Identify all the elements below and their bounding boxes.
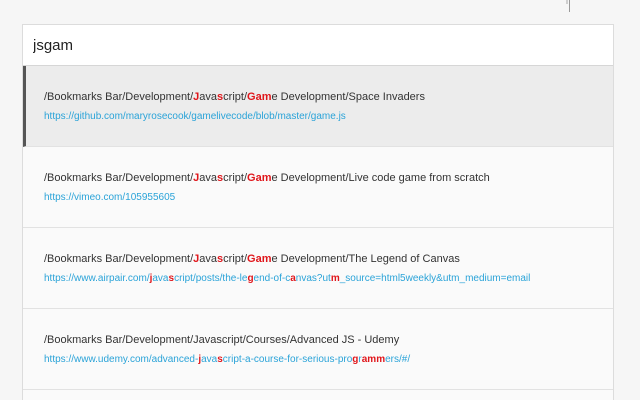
path-text: e Development/Space Invaders bbox=[271, 91, 425, 103]
url-text: _source=html5weekly&utm_medium=email bbox=[339, 273, 531, 284]
result-url-link[interactable]: https://www.airpair.com/javascript/posts… bbox=[44, 272, 613, 285]
url-text: https://vimeo.com/105955605 bbox=[44, 192, 176, 203]
window-edge-line bbox=[569, 0, 570, 12]
match-highlight: Gam bbox=[247, 172, 272, 184]
url-text: nvas?ut bbox=[295, 273, 331, 284]
path-text: /Bookmarks Bar/Development/Javascript/Co… bbox=[44, 334, 400, 346]
results-list: /Bookmarks Bar/Development/Javascript/Ga… bbox=[23, 66, 613, 390]
result-path: /Bookmarks Bar/Development/Javascript/Ga… bbox=[44, 90, 613, 104]
url-text: https://www.airpair.com/ bbox=[44, 273, 150, 284]
match-highlight: amm bbox=[361, 354, 386, 365]
result-url-link[interactable]: https://vimeo.com/105955605 bbox=[44, 191, 613, 204]
url-text: ers/#/ bbox=[385, 354, 411, 365]
path-text: ava bbox=[199, 91, 218, 103]
search-box bbox=[23, 25, 613, 66]
path-text: cript/ bbox=[223, 172, 248, 184]
path-text: cript/ bbox=[223, 253, 248, 265]
page: /Bookmarks Bar/Development/Javascript/Ga… bbox=[0, 0, 640, 400]
path-text: /Bookmarks Bar/Development/ bbox=[44, 172, 194, 184]
path-text: cript/ bbox=[223, 91, 248, 103]
path-text: ava bbox=[199, 172, 218, 184]
url-text: cript/posts/the-le bbox=[174, 273, 248, 284]
match-highlight: Gam bbox=[247, 91, 272, 103]
url-text: https://github.com/maryrosecook/gamelive… bbox=[44, 111, 346, 122]
path-text: /Bookmarks Bar/Development/ bbox=[44, 91, 194, 103]
match-highlight: Gam bbox=[247, 253, 272, 265]
result-path: /Bookmarks Bar/Development/Javascript/Ga… bbox=[44, 252, 613, 266]
result-item[interactable]: /Bookmarks Bar/Development/Javascript/Ga… bbox=[23, 147, 613, 228]
bookmark-search-popup: /Bookmarks Bar/Development/Javascript/Ga… bbox=[22, 24, 614, 400]
path-text: e Development/Live code game from scratc… bbox=[271, 172, 490, 184]
url-text: https://www.udemy.com/advanced- bbox=[44, 354, 199, 365]
url-text: end-of-c bbox=[253, 273, 291, 284]
result-item[interactable]: /Bookmarks Bar/Development/Javascript/Ga… bbox=[23, 228, 613, 309]
url-text: ava bbox=[152, 273, 169, 284]
url-text: ava bbox=[201, 354, 218, 365]
result-url-link[interactable]: https://www.udemy.com/advanced-javascrip… bbox=[44, 353, 613, 366]
path-text: e Development/The Legend of Canvas bbox=[271, 253, 460, 265]
match-highlight: m bbox=[330, 273, 340, 284]
path-text: /Bookmarks Bar/Development/ bbox=[44, 253, 194, 265]
search-input[interactable] bbox=[33, 36, 593, 54]
result-path: /Bookmarks Bar/Development/Javascript/Ga… bbox=[44, 171, 613, 185]
result-item[interactable]: /Bookmarks Bar/Development/Javascript/Ga… bbox=[23, 66, 613, 147]
result-item[interactable]: /Bookmarks Bar/Development/Javascript/Co… bbox=[23, 309, 613, 390]
result-url-link[interactable]: https://github.com/maryrosecook/gamelive… bbox=[44, 110, 613, 123]
path-text: ava bbox=[199, 253, 218, 265]
window-edge-mark bbox=[566, 0, 568, 4]
url-text: cript-a-course-for-serious-pro bbox=[222, 354, 353, 365]
result-path: /Bookmarks Bar/Development/Javascript/Co… bbox=[44, 333, 613, 347]
